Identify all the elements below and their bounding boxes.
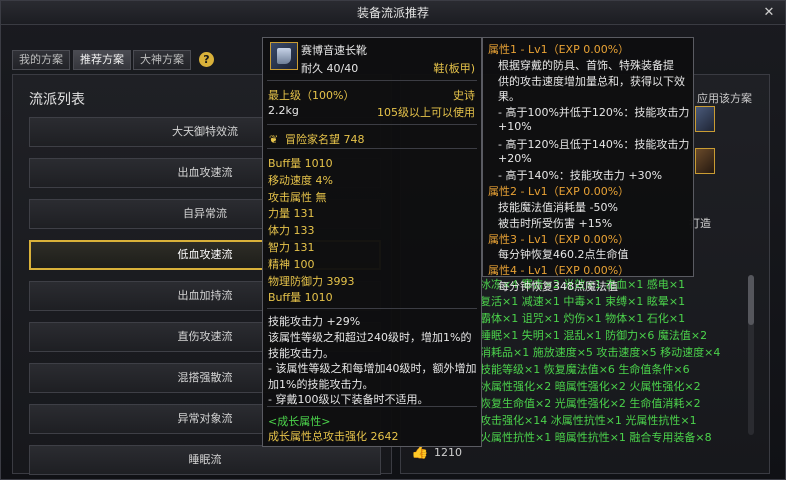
equipment-slot-icon[interactable] [695,106,715,132]
item-stat: 攻击属性 無 [268,190,327,204]
stat-row: 睡眠×1 失明×1 混乱×1 防御力×6 魔法值×2 [480,329,708,342]
apply-plan-button[interactable]: 应用该方案 [697,90,752,106]
growth-total: 成长属性总攻击强化 2642 [268,430,399,443]
item-durability: 耐久 40/40 [301,62,359,75]
property-line: - 高于120%且低于140%：技能攻击力 [498,137,690,151]
property-tooltip: 属性1 - Lv1（EXP 0.00%） 根据穿戴的防具、首饰、特殊装备提 供的攻击… [482,37,694,293]
property-line: 供的攻击速度增加量总和，获得以下效 [498,74,685,88]
school-button[interactable]: 睡眠流 [29,445,381,475]
item-name: 赛博音速长靴 [301,44,367,57]
property-line: 属性1 - Lv1（EXP 0.00%） [488,43,630,56]
property-line: 属性2 - Lv1（EXP 0.00%） [488,185,630,199]
item-stat: 体力 133 [268,224,315,238]
stats-scrollbar[interactable] [748,275,754,435]
property-line: +20% [498,151,532,165]
growth-title: <成长属性> [268,415,331,428]
stat-row: 恢复生命值×2 光属性强化×2 生命值消耗×2 [480,397,701,410]
item-stat: Buff量 1010 [268,291,333,305]
item-fame: 冒险家名望 748 [285,133,365,146]
property-line: 每分钟恢复460.2点生命值 [498,248,629,262]
property-line: - 高于100%并低于120%：技能攻击力 [498,106,690,120]
item-desc-line: - 穿戴100级以下装备时不适用。 [268,393,429,406]
tab-2[interactable]: 大神方案 [133,50,191,70]
stat-row: 霸体×1 诅咒×1 灼伤×1 物体×1 石化×1 [480,312,686,325]
item-stat: 智力 131 [268,241,315,254]
skill-bonus: 技能攻击力 +29% [268,315,361,328]
item-stat: 力量 131 [268,207,315,221]
boots-icon [270,42,298,70]
item-tier: 最上级（100%） [268,89,355,102]
close-icon[interactable]: ✕ [761,5,777,21]
stat-row: 技能等级×1 恢复魔法值×6 生命值条件×6 [480,363,690,376]
item-level-req: 105级以上可以使用 [377,106,475,119]
item-slot: 鞋(板甲) [433,62,475,75]
property-line: 每分钟恢复348点魔法值 [498,280,618,293]
item-desc-line: - 该属性等级之和每增加40级时，额外增加 [268,362,477,375]
property-line: 属性3 - Lv1（EXP 0.00%） [488,232,630,246]
property-line: 果。 [498,90,520,104]
like-count: 1210 [434,446,462,459]
item-stat: 移动速度 4% [268,173,333,187]
tab-1[interactable]: 推荐方案 [73,50,131,70]
stats-grid: 冰冻×4 寒击×2 光效×1 击血×1 感电×1 复活×1 减速×1 中毒×1 束… [480,276,750,446]
item-tooltip: 赛博音速长靴 耐久 40/40 鞋(板甲) 最上级（100%） 史诗 2.2kg… [262,37,482,447]
help-icon[interactable]: ? [199,52,214,67]
property-line: 根据穿戴的防具、首饰、特殊装备提 [498,58,674,72]
stat-row: 冰属性强化×2 暗属性强化×2 火属性强化×2 [480,380,701,393]
property-line: +10% [498,120,532,133]
property-line: 属性4 - Lv1（EXP 0.00%） [488,264,630,278]
item-desc-line: 技能攻击力。 [268,346,334,360]
stat-row: 消耗品×1 施放速度×5 攻击速度×5 移动速度×4 [480,346,721,359]
stat-row: 复活×1 减速×1 中毒×1 束缚×1 眩晕×1 [480,295,686,308]
item-stat: 物理防御力 3993 [268,274,355,288]
scroll-thumb[interactable] [748,275,754,325]
window-title: 装备流派推荐 [1,1,785,25]
item-stat: Buff量 1010 [268,157,333,170]
equipment-slot-icon[interactable] [695,148,715,174]
item-desc-line: 该属性等级之和超过240级时，增加1%的 [268,331,472,344]
property-line: - 高于140%：技能攻击力 +30% [498,169,663,183]
stat-row: 火属性抗性×1 暗属性抗性×1 融合专用装备×8 [480,431,712,444]
property-line: 技能魔法值消耗量 -50% [498,201,618,214]
stat-row: 攻击强化×14 冰属性抗性×1 光属性抗性×1 [480,414,697,427]
item-rarity: 史诗 [453,89,475,102]
school-list-title: 流派列表 [29,92,85,108]
fame-icon: ❦ [269,133,279,146]
tab-0[interactable]: 我的方案 [12,50,70,70]
item-weight: 2.2kg [268,104,299,117]
property-line: 被击时所受伤害 +15% [498,216,613,230]
item-stat: 精神 100 [268,257,315,271]
item-desc-line: 加1%的技能攻击力。 [268,377,374,391]
